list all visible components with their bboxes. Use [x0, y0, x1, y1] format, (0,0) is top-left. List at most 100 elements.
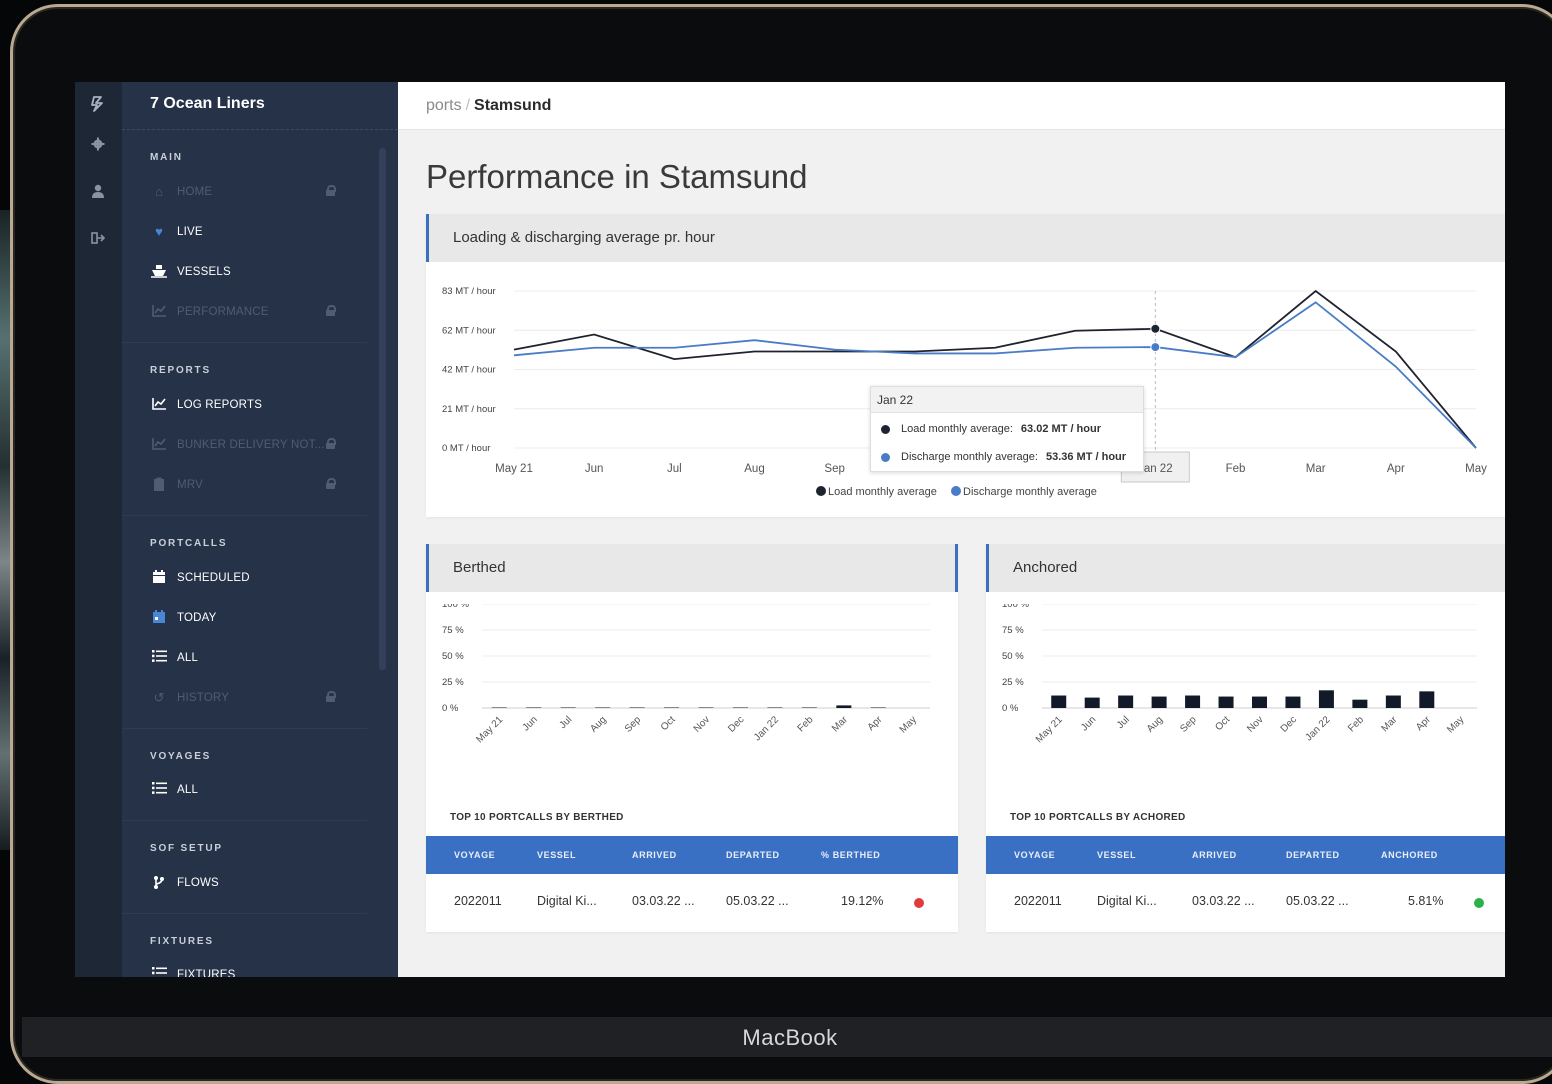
sidebar-item-mrv[interactable]: MRV	[150, 474, 340, 496]
legend-marker-icon	[951, 486, 961, 496]
sidebar-item-fixtures[interactable]: FIXTURES	[150, 964, 340, 977]
x-tick-label: Aug	[1145, 714, 1165, 734]
sidebar-item-live[interactable]: ♥ LIVE	[150, 221, 340, 243]
x-tick-label: Nov	[692, 714, 712, 734]
sidebar-item-history[interactable]: ↺ HISTORY	[150, 687, 340, 709]
sidebar-item-label: BUNKER DELIVERY NOT...	[177, 439, 325, 451]
divider	[122, 820, 367, 821]
divider	[122, 129, 398, 130]
sidebar-item-vessels[interactable]: VESSELS	[150, 261, 340, 283]
tooltip-discharge-row: Discharge monthly average: 53.36 MT / ho…	[881, 451, 1126, 463]
column-header-anchored[interactable]: ANCHORED	[1381, 850, 1438, 860]
berthed-bar-chart[interactable]: 100 %75 %50 %25 %0 %May 21JunJulAugSepOc…	[426, 604, 958, 784]
x-tick-label: May 21	[1034, 714, 1065, 745]
x-tick-label: Oct	[1213, 714, 1232, 733]
y-tick-label: 25 %	[1002, 677, 1024, 688]
breadcrumb-parent-link[interactable]: ports	[426, 97, 462, 114]
y-tick-label: 0 %	[442, 703, 459, 714]
section-main-heading: MAIN	[150, 152, 183, 163]
column-header-voyage[interactable]: VOYAGE	[454, 850, 495, 860]
x-tick-label: Feb	[796, 714, 816, 734]
app-screen: 7 Ocean Liners MAIN ⌂ HOME ♥ LIVE VESSEL…	[75, 82, 1505, 977]
x-tick-label: Sep	[1178, 714, 1199, 735]
y-tick-label: 62 MT / hour	[442, 325, 496, 336]
column-header-vessel[interactable]: VESSEL	[1097, 850, 1136, 860]
anchored-bar-chart[interactable]: 100 %75 %50 %25 %0 %May 21JunJulAugSepOc…	[986, 604, 1505, 784]
tooltip-load-label: Load monthly average:	[901, 423, 1013, 435]
x-tick-label: May	[1465, 463, 1487, 475]
tooltip-load-value: 63.02 MT / hour	[1021, 423, 1101, 435]
section-portcalls-heading: PORTCALLS	[150, 538, 227, 549]
x-tick-label: Apr	[1414, 714, 1433, 733]
sidebar-item-label: ALL	[177, 652, 198, 664]
card-header: Loading & discharging average pr. hour	[426, 214, 1505, 262]
breadcrumb-current: Stamsund	[474, 97, 551, 114]
column-header-departed[interactable]: DEPARTED	[726, 850, 780, 860]
bar	[1152, 697, 1167, 708]
x-tick-label: Aug	[588, 714, 608, 734]
data-point	[1151, 343, 1160, 352]
x-tick-label: Jan 22	[752, 714, 781, 743]
sidebar-item-all-portcalls[interactable]: ALL	[150, 647, 340, 669]
y-tick-label: 21 MT / hour	[442, 404, 496, 415]
sidebar: 7 Ocean Liners MAIN ⌂ HOME ♥ LIVE VESSEL…	[122, 82, 398, 977]
x-tick-label: May	[1445, 714, 1466, 735]
bar	[1185, 696, 1200, 708]
x-tick-label: Mar	[1306, 463, 1326, 475]
x-tick-label: Feb	[1346, 714, 1366, 734]
y-tick-label: 0 MT / hour	[442, 443, 490, 454]
logout-icon[interactable]	[87, 230, 109, 252]
x-tick-label: Jun	[521, 714, 540, 733]
cell-departed: 05.03.22 ...	[1286, 894, 1349, 908]
ship-icon	[150, 264, 168, 280]
section-fixtures-heading: FIXTURES	[150, 936, 214, 947]
bar	[1051, 696, 1066, 708]
sidebar-item-home[interactable]: ⌂ HOME	[150, 181, 340, 203]
x-tick-label: Mar	[830, 714, 850, 734]
cell-arrived: 03.03.22 ...	[632, 894, 695, 908]
lock-icon	[326, 691, 335, 702]
y-tick-label: 42 MT / hour	[442, 365, 496, 376]
divider	[122, 913, 367, 914]
bar	[664, 707, 679, 708]
tooltip-discharge-value: 53.36 MT / hour	[1046, 451, 1126, 463]
card-title: Anchored	[1013, 559, 1077, 576]
list-icon	[150, 650, 168, 666]
column-header-arrived[interactable]: ARRIVED	[632, 850, 677, 860]
column-header-vessel[interactable]: VESSEL	[537, 850, 576, 860]
table-row[interactable]: 2022011 Digital Ki... 03.03.22 ... 05.03…	[986, 874, 1505, 932]
bar	[1386, 696, 1401, 708]
column-header-percent-berthed[interactable]: % BERTHED	[821, 850, 880, 860]
app-logo-icon[interactable]	[87, 94, 109, 116]
y-tick-label: 75 %	[1002, 625, 1024, 636]
cell-voyage: 2022011	[454, 894, 502, 908]
bar	[767, 707, 782, 708]
list-icon	[150, 782, 168, 798]
y-tick-label: 75 %	[442, 625, 464, 636]
cell-voyage: 2022011	[1014, 894, 1062, 908]
sidebar-item-flows[interactable]: FLOWS	[150, 872, 340, 894]
column-header-arrived[interactable]: ARRIVED	[1192, 850, 1237, 860]
sidebar-item-log-reports[interactable]: LOG REPORTS	[150, 394, 340, 416]
bar	[1319, 690, 1334, 708]
sidebar-item-all-voyages[interactable]: ALL	[150, 779, 340, 801]
bar	[561, 707, 576, 708]
chart-line-icon	[150, 437, 168, 453]
bar	[526, 707, 541, 708]
chart-line-icon	[150, 304, 168, 320]
sidebar-item-scheduled[interactable]: SCHEDULED	[150, 567, 340, 589]
divider	[122, 728, 367, 729]
column-header-voyage[interactable]: VOYAGE	[1014, 850, 1055, 860]
sidebar-item-performance[interactable]: PERFORMANCE	[150, 301, 340, 323]
sidebar-scrollbar[interactable]	[379, 148, 386, 670]
sidebar-item-bunker-delivery[interactable]: BUNKER DELIVERY NOT...	[150, 434, 340, 456]
x-tick-label: May	[898, 714, 919, 735]
gear-icon[interactable]	[87, 136, 109, 158]
user-icon[interactable]	[87, 183, 109, 205]
anchored-card: Anchored 100 %75 %50 %25 %0 %May 21JunJu…	[986, 544, 1505, 932]
sidebar-item-today[interactable]: TODAY	[150, 607, 340, 629]
x-tick-label: Aug	[744, 463, 764, 475]
x-tick-label: May 21	[474, 714, 505, 745]
table-row[interactable]: 2022011 Digital Ki... 03.03.22 ... 05.03…	[426, 874, 958, 932]
column-header-departed[interactable]: DEPARTED	[1286, 850, 1340, 860]
